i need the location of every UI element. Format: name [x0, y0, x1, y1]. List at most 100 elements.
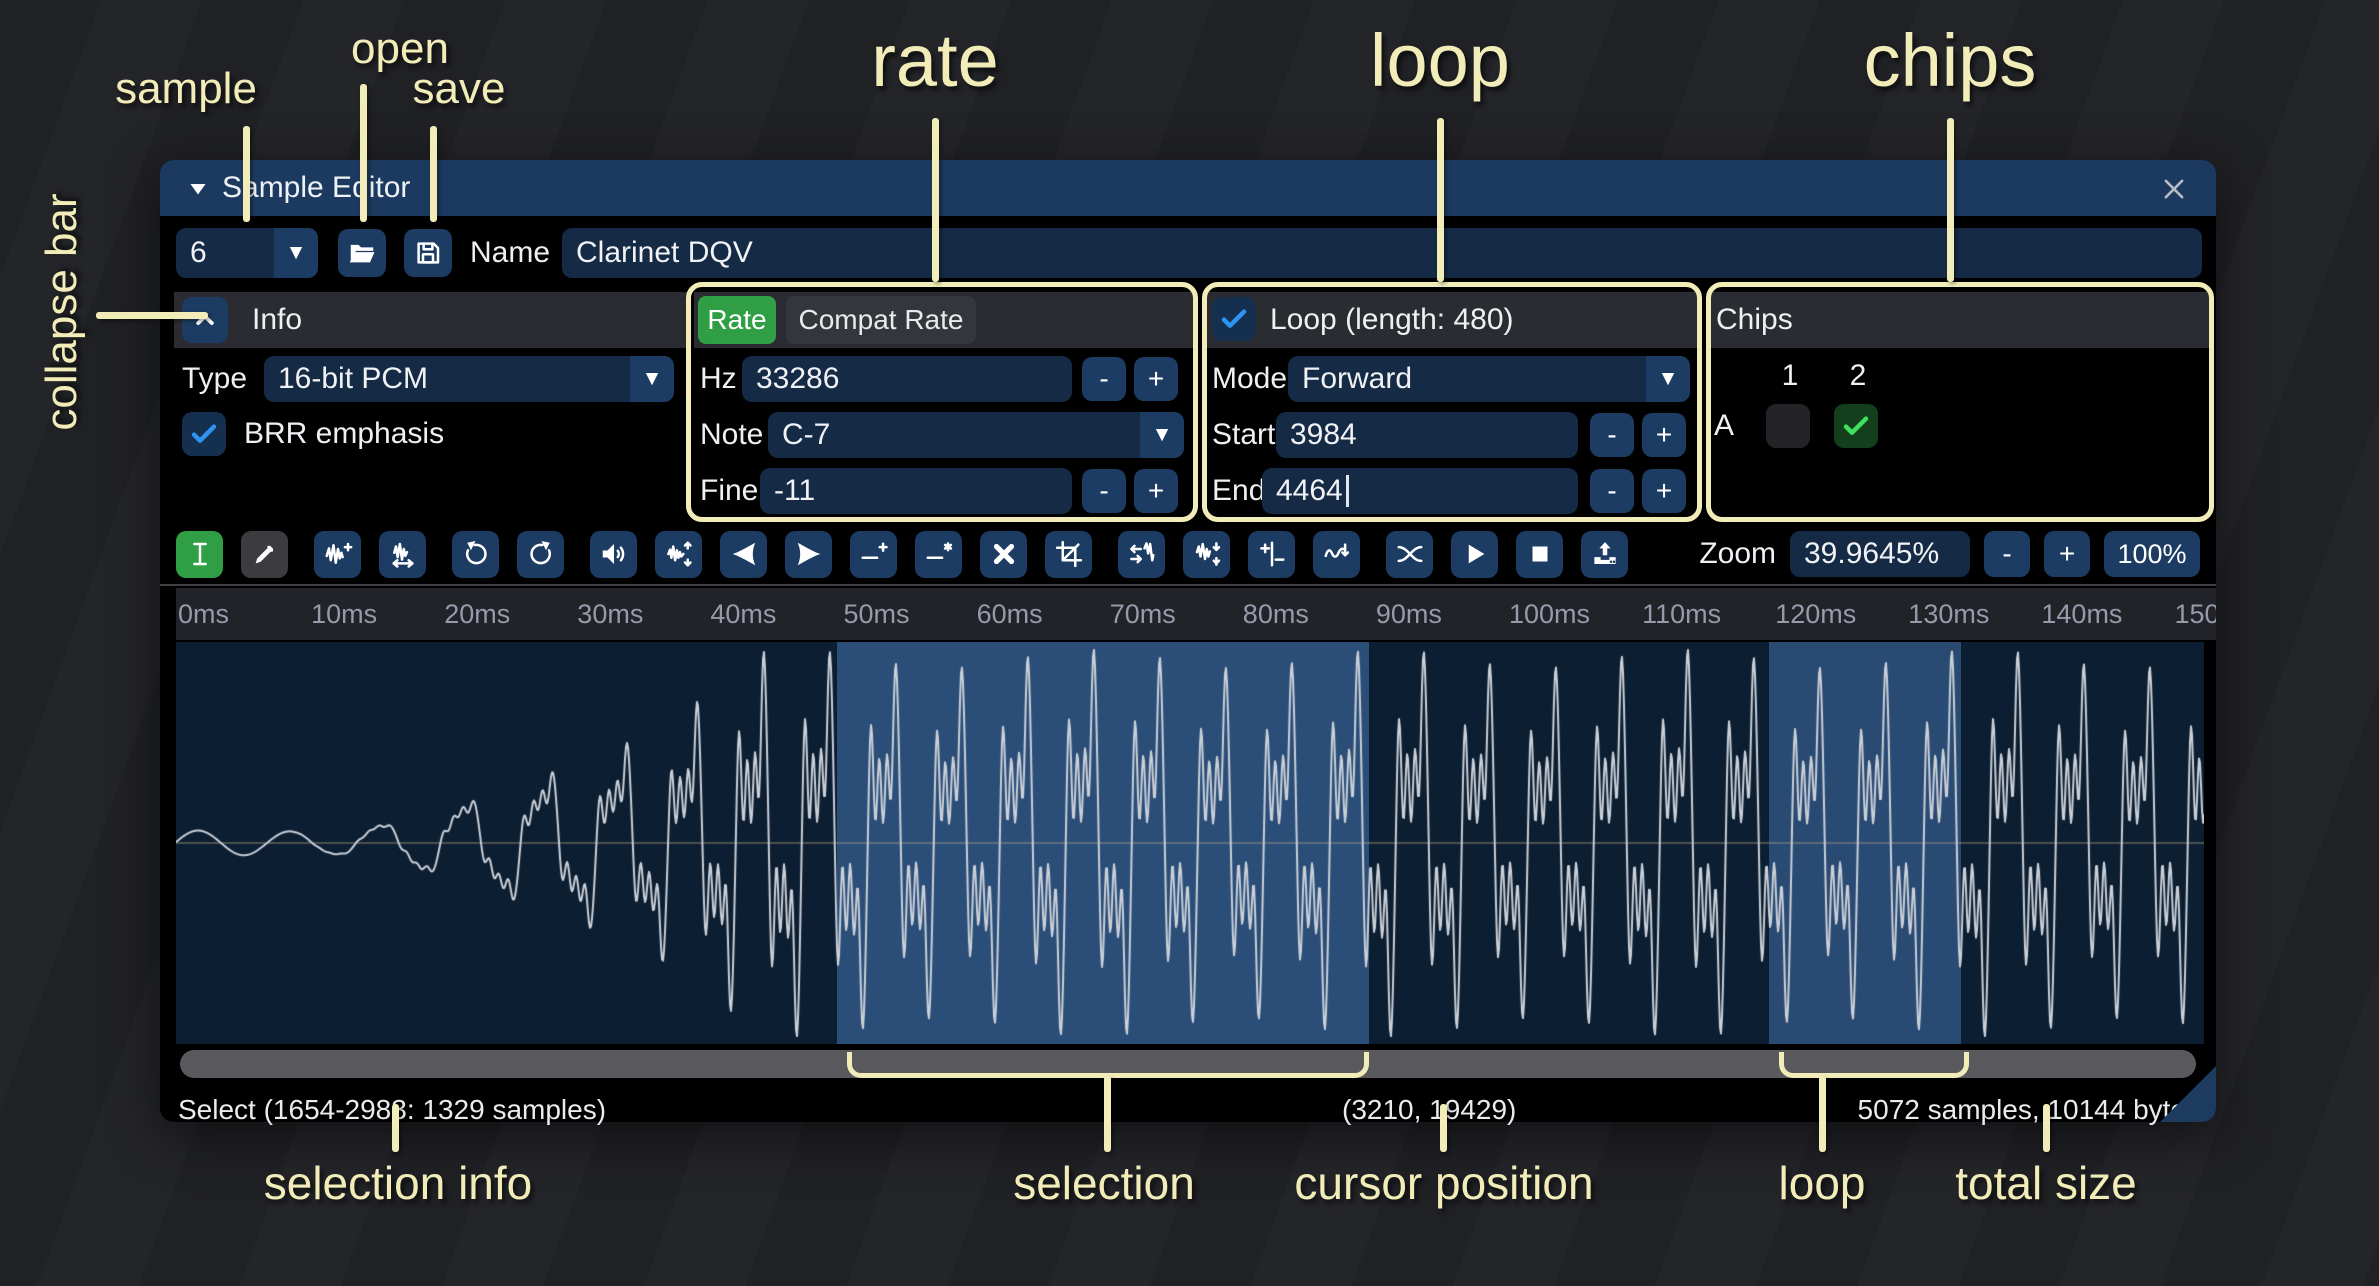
- fade-in-button[interactable]: [720, 531, 767, 578]
- hz-increment-button[interactable]: +: [1134, 357, 1178, 401]
- sample-selector-value: 6: [190, 236, 207, 270]
- chip-2-checkbox[interactable]: [1834, 404, 1878, 448]
- redo-icon: [526, 539, 556, 569]
- ruler-tick: 110ms: [1642, 588, 1721, 640]
- ruler-tick: 80ms: [1243, 588, 1309, 640]
- chips-row-label: A: [1714, 404, 1734, 448]
- annotation-chips: chips: [1864, 18, 2037, 103]
- name-input[interactable]: Clarinet DQV: [562, 228, 2202, 278]
- compat-rate-tab-button[interactable]: Compat Rate: [786, 296, 976, 344]
- reverse-button[interactable]: [1118, 531, 1165, 578]
- insert-silence-button[interactable]: [850, 531, 897, 578]
- zoom-out-button[interactable]: -: [1984, 531, 2030, 577]
- fine-decrement-button[interactable]: -: [1082, 469, 1126, 513]
- sign-flip-icon: [1257, 539, 1287, 569]
- loop-mode-dropdown[interactable]: Forward ▼: [1288, 356, 1690, 402]
- toolbar-group: [452, 531, 564, 578]
- close-icon[interactable]: [2158, 173, 2190, 205]
- hz-decrement-button[interactable]: -: [1082, 357, 1126, 401]
- ruler-tick: 70ms: [1110, 588, 1176, 640]
- toolbar-group: [176, 531, 288, 578]
- save-button[interactable]: [404, 229, 452, 277]
- delete-selection-button[interactable]: [980, 531, 1027, 578]
- rate-tab-button[interactable]: Rate: [698, 296, 776, 344]
- resize-button[interactable]: [314, 531, 361, 578]
- annotation-line-total-size: [2043, 1104, 2050, 1152]
- window-titlebar[interactable]: Sample Editor: [160, 160, 2216, 216]
- zoom-in-button[interactable]: +: [2044, 531, 2090, 577]
- loop-enable-checkbox[interactable]: [1212, 297, 1256, 341]
- zoom-value-field[interactable]: 39.9645%: [1790, 531, 1970, 577]
- ruler-tick: 0ms: [178, 588, 229, 640]
- loop-end-value: 4464: [1276, 474, 1343, 508]
- type-dropdown[interactable]: 16-bit PCM ▼: [264, 356, 674, 402]
- annotation-line-collapse-bar: [96, 312, 208, 319]
- annotation-total-size: total size: [1955, 1156, 2137, 1210]
- loop-end-decrement-button[interactable]: -: [1590, 469, 1634, 513]
- note-dropdown-arrow-icon[interactable]: ▼: [1140, 412, 1184, 458]
- invert-icon: [1192, 539, 1222, 569]
- crossfade-button[interactable]: [1386, 531, 1433, 578]
- delete-selection-icon: [989, 539, 1019, 569]
- adjust-volume-button[interactable]: [655, 531, 702, 578]
- sample-selector[interactable]: 6 ▼: [176, 228, 318, 278]
- window-title: Sample Editor: [222, 171, 410, 205]
- name-input-value: Clarinet DQV: [576, 236, 753, 270]
- apply-silence-button[interactable]: [915, 531, 962, 578]
- waveform-canvas[interactable]: [176, 642, 2204, 1044]
- loop-start-decrement-button[interactable]: -: [1590, 413, 1634, 457]
- fine-label: Fine: [700, 468, 758, 514]
- resample-button[interactable]: [379, 531, 426, 578]
- chips-column-1: 1: [1768, 356, 1812, 396]
- brr-emphasis-checkbox[interactable]: [182, 412, 226, 456]
- note-dropdown[interactable]: C-7 ▼: [768, 412, 1184, 458]
- window-collapse-icon[interactable]: [186, 177, 210, 201]
- resize-icon: [323, 539, 353, 569]
- loop-start-value: 3984: [1290, 418, 1357, 452]
- hz-label: Hz: [700, 356, 737, 402]
- stop-preview-button[interactable]: [1516, 531, 1563, 578]
- export-button[interactable]: [1581, 531, 1628, 578]
- time-ruler[interactable]: 0ms10ms20ms30ms40ms50ms60ms70ms80ms90ms1…: [176, 588, 2216, 640]
- fade-in-icon: [729, 539, 759, 569]
- invert-button[interactable]: [1183, 531, 1230, 578]
- waveform-view[interactable]: [176, 642, 2204, 1044]
- trim-button[interactable]: [1045, 531, 1092, 578]
- loop-annotation-bracket: [1779, 1052, 1969, 1078]
- fade-out-icon: [794, 539, 824, 569]
- sign-flip-button[interactable]: [1248, 531, 1295, 578]
- amplify-button[interactable]: [590, 531, 637, 578]
- annotation-line-open: [360, 84, 367, 222]
- select-mode-button[interactable]: [176, 531, 223, 578]
- chips-column-2: 2: [1836, 356, 1880, 396]
- annotation-collapse-bar: collapse bar: [37, 193, 87, 430]
- mode-label: Mode: [1212, 356, 1287, 402]
- zoom-reset-button[interactable]: 100%: [2104, 531, 2200, 577]
- draw-mode-button[interactable]: [241, 531, 288, 578]
- undo-button[interactable]: [452, 531, 499, 578]
- info-collapse-button[interactable]: [182, 297, 228, 343]
- loop-start-input[interactable]: 3984: [1276, 412, 1578, 458]
- loop-end-increment-button[interactable]: +: [1642, 469, 1686, 513]
- annotation-line-loop-bottom: [1819, 1076, 1826, 1152]
- loop-mode-arrow-icon[interactable]: ▼: [1646, 356, 1690, 402]
- insert-silence-icon: [859, 539, 889, 569]
- annotation-line-save: [430, 126, 437, 222]
- hz-input[interactable]: 33286: [742, 356, 1072, 402]
- sample-selector-arrow-icon[interactable]: ▼: [274, 228, 318, 278]
- open-button[interactable]: [338, 229, 386, 277]
- filter-button[interactable]: [1313, 531, 1360, 578]
- fine-input[interactable]: -11: [760, 468, 1072, 514]
- chip-1-checkbox[interactable]: [1766, 404, 1810, 448]
- redo-button[interactable]: [517, 531, 564, 578]
- type-dropdown-arrow-icon[interactable]: ▼: [630, 356, 674, 402]
- loop-start-increment-button[interactable]: +: [1642, 413, 1686, 457]
- zoom-controls: Zoom39.9645%-+100%: [1699, 531, 2200, 577]
- play-preview-button[interactable]: [1451, 531, 1498, 578]
- fine-value: -11: [774, 474, 815, 508]
- fine-increment-button[interactable]: +: [1134, 469, 1178, 513]
- annotation-save: save: [413, 64, 506, 114]
- ruler-tick: 150ms: [2175, 588, 2217, 640]
- loop-end-input[interactable]: 4464: [1262, 468, 1578, 514]
- fade-out-button[interactable]: [785, 531, 832, 578]
